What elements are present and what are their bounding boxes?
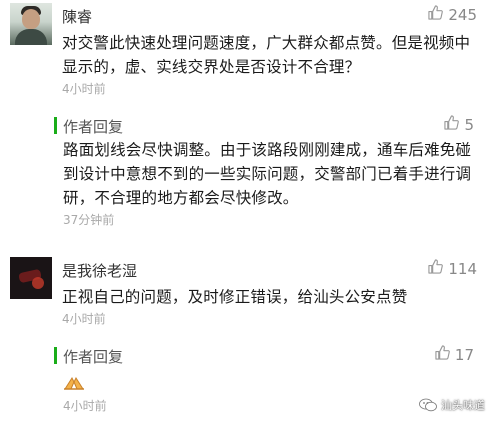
comment-time: 4小时前 — [62, 82, 106, 96]
wechat-logo-icon — [419, 398, 437, 412]
reply-like-button[interactable]: 17 — [435, 345, 474, 364]
like-button[interactable]: 245 — [428, 5, 477, 24]
like-count: 17 — [454, 345, 474, 364]
watermark: 汕头味道 — [419, 397, 485, 413]
reply-accent-bar — [54, 117, 57, 134]
reply-author-label: 作者回复 — [63, 348, 124, 366]
author-reply-2: 作者回复 17 4小时前 — [54, 344, 482, 416]
watermark-text: 汕头味道 — [441, 399, 485, 412]
thumbs-up-icon — [444, 115, 460, 134]
commenter-name[interactable]: 陳睿 — [62, 6, 92, 27]
reply-text: 路面划线会尽快调整。由于该路段刚刚建成，通车后难免碰到设计中意想不到的一些实际问… — [63, 141, 472, 207]
like-count: 245 — [448, 5, 477, 24]
thumbs-up-icon — [428, 259, 444, 278]
avatar[interactable] — [10, 257, 52, 299]
reply-accent-bar — [54, 347, 57, 364]
like-button[interactable]: 114 — [428, 259, 477, 278]
comment-text: 正视自己的问题，及时修正错误，给汕头公安点赞 — [62, 288, 408, 306]
reply-time: 37分钟前 — [63, 213, 115, 227]
commenter-name[interactable]: 是我徐老湿 — [62, 260, 137, 281]
reply-author-label: 作者回复 — [63, 118, 124, 136]
thumbs-up-icon — [428, 5, 444, 24]
like-count: 5 — [464, 115, 474, 134]
author-reply-1: 作者回复 5 路面划线会尽快调整。由于该路段刚刚建成，通车后难免碰到设计中意想不… — [54, 114, 482, 228]
thumbs-up-icon — [435, 345, 450, 364]
reply-like-button[interactable]: 5 — [444, 115, 474, 134]
comment-time: 4小时前 — [62, 312, 106, 326]
avatar[interactable] — [10, 3, 52, 45]
pray-hands-emoji-icon — [63, 373, 85, 391]
comment-text: 对交警此快速处理问题速度，广大群众都点赞。但是视频中显示的，虚、实线交界处是否设… — [62, 34, 471, 76]
reply-time: 4小时前 — [63, 399, 107, 413]
like-count: 114 — [448, 259, 477, 278]
